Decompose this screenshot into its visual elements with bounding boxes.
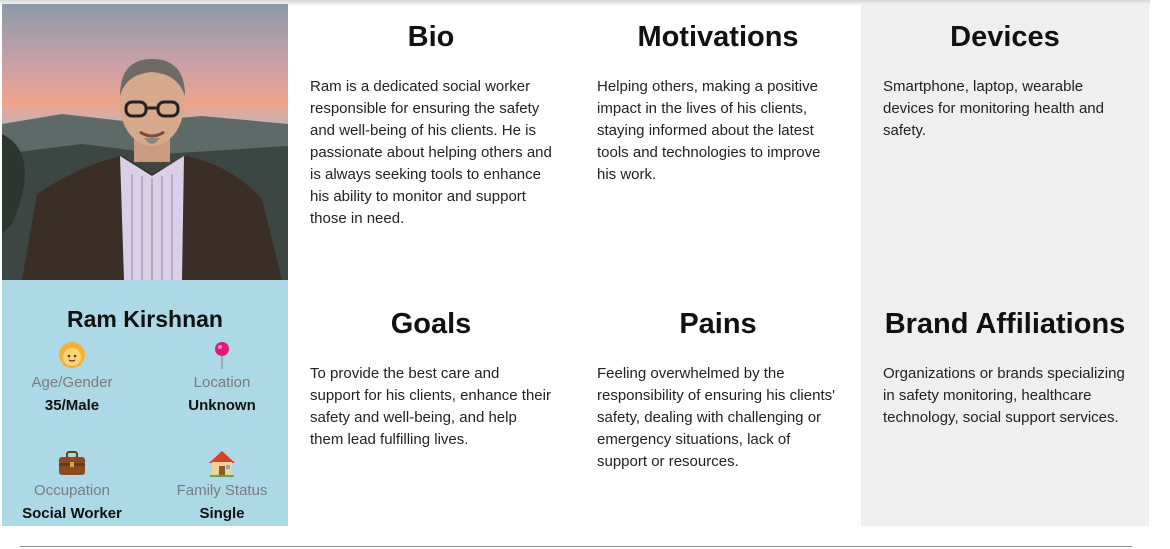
bottom-divider [20,546,1132,547]
section-title: Bio [407,21,455,53]
section-text: Ram is a dedicated social worker respons… [310,78,552,227]
attribute-label: Age/Gender [31,374,113,391]
section-title: Motivations [637,21,799,53]
attribute-label: Family Status [176,482,268,499]
section-goals: Goals To provide the best care and suppo… [288,291,574,549]
section-devices: Devices Smartphone, laptop, wearable dev… [861,4,1149,266]
section-text: Feeling overwhelmed by the responsibilit… [597,365,835,470]
attribute-value: Unknown [188,397,256,414]
attribute-age-gender: Age/Gender 35/Male [2,340,142,414]
section-bio: Bio Ram is a dedicated social worker res… [288,4,574,266]
attribute-family-status: Family Status Single [152,448,292,522]
attribute-value: Single [199,505,245,522]
location-pin-icon [152,340,292,370]
section-brand-affiliations: Brand Affiliations Organizations or bran… [861,291,1149,549]
section-title: Pains [679,308,757,340]
attribute-value: Social Worker [22,505,122,522]
section-text: To provide the best care and support for… [310,365,551,448]
attribute-occupation: Occupation Social Worker [2,448,142,522]
person-face-icon [2,340,142,370]
section-pains: Pains Feeling overwhelmed by the respons… [575,291,861,549]
section-title: Devices [950,21,1060,53]
section-title: Goals [390,308,472,340]
attribute-value: 35/Male [44,397,100,414]
persona-photo [2,4,288,280]
section-title: Brand Affiliations [884,308,1126,340]
section-motivations: Motivations Helping others, making a pos… [575,4,861,266]
briefcase-icon [2,448,142,478]
persona-profile-panel: Ram Kirshnan Age/Gender 35/Male Location… [2,280,288,526]
attribute-label: Location [193,374,251,391]
section-text: Smartphone, laptop, wearable devices for… [883,78,1104,139]
section-text: Organizations or brands specializing in … [883,365,1125,426]
section-text: Helping others, making a positive impact… [597,78,821,183]
attribute-label: Occupation [34,482,110,499]
persona-name: Ram Kirshnan [67,306,223,332]
house-icon [152,448,292,478]
attribute-location: Location Unknown [152,340,292,414]
